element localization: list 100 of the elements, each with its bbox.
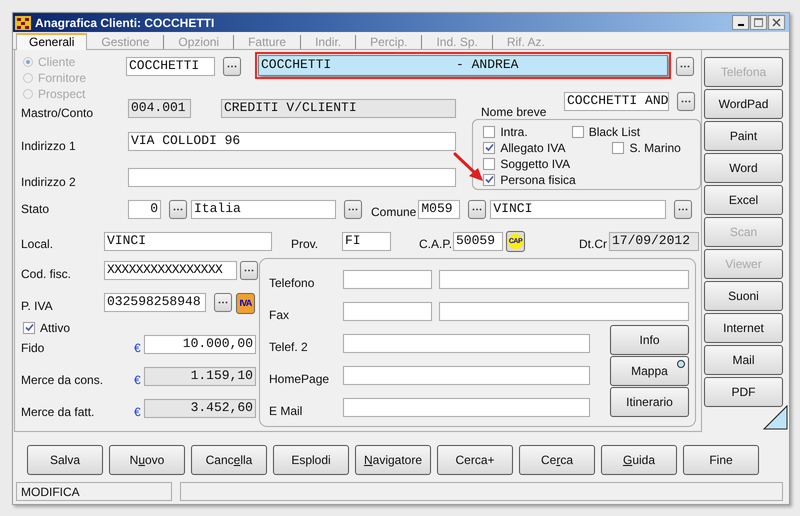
short-name-field[interactable]: COCCHETTI AND: [564, 92, 669, 111]
checkbox[interactable]: [483, 158, 496, 170]
checkbox[interactable]: [612, 142, 624, 154]
checkbox[interactable]: [23, 322, 35, 334]
radio-label: Prospect: [38, 87, 86, 101]
browse-button[interactable]: [214, 292, 232, 312]
command-button[interactable]: Nuovo: [109, 445, 185, 475]
checkbox[interactable]: [483, 126, 496, 138]
command-button[interactable]: Cerca: [519, 445, 595, 475]
field-label: Indirizzo 1: [21, 138, 77, 153]
address-field[interactable]: [128, 168, 456, 188]
action-button[interactable]: Mappa: [610, 356, 689, 386]
contact-field[interactable]: [343, 302, 432, 321]
account-code-field: 004.001: [128, 99, 191, 118]
account-description-field: CREDITI V/CLIENTI: [221, 99, 456, 118]
app-button[interactable]: Mail: [704, 345, 783, 375]
contact-field[interactable]: [343, 398, 590, 417]
amount-field: 3.452,60: [144, 398, 256, 418]
field-label: Stato: [21, 202, 50, 216]
app-button[interactable]: Internet: [704, 313, 783, 343]
field-label: Cod. fisc.: [21, 266, 72, 281]
country-field[interactable]: Italia: [191, 200, 336, 219]
contact-field[interactable]: [343, 366, 590, 385]
country-code-field[interactable]: 0: [128, 200, 161, 219]
command-button[interactable]: Cancella: [191, 445, 267, 475]
contact-field[interactable]: [343, 334, 590, 353]
ellipsis-icon: [218, 300, 228, 304]
checkbox[interactable]: [572, 126, 584, 138]
maximize-button[interactable]: [750, 15, 767, 30]
page-corner-icon: [763, 405, 788, 430]
field-label: Nome breve: [481, 105, 548, 119]
maximize-icon: [754, 18, 763, 27]
field-label: HomePage: [269, 372, 330, 386]
app-button[interactable]: Excel: [704, 185, 783, 215]
command-button[interactable]: Navigatore: [355, 445, 431, 475]
ellipsis-icon: [173, 208, 183, 211]
currency-symbol: €: [134, 372, 142, 387]
ellipsis-icon: [681, 100, 691, 103]
tax-code-field[interactable]: XXXXXXXXXXXXXXXX: [104, 260, 237, 280]
field-label: Merce da fatt.: [21, 404, 96, 419]
municipality-field[interactable]: VINCI: [490, 200, 666, 219]
checkbox-label: Persona fisica: [500, 172, 576, 187]
currency-symbol: €: [134, 340, 142, 355]
minimize-button[interactable]: [732, 15, 749, 30]
amount-field[interactable]: 10.000,00: [144, 334, 256, 354]
browse-button[interactable]: [676, 57, 694, 76]
browse-button[interactable]: [344, 200, 362, 219]
browse-button[interactable]: [677, 92, 695, 111]
field-label: Fido: [21, 340, 46, 355]
field-label: P. IVA: [21, 298, 54, 313]
municipality-code-field[interactable]: M059: [418, 200, 460, 219]
field-label: Dt.Cr: [579, 237, 608, 252]
action-button[interactable]: Info: [610, 324, 689, 355]
close-button[interactable]: [768, 15, 785, 30]
field-label: Mastro/Conto: [21, 106, 94, 120]
browse-button[interactable]: [223, 57, 241, 76]
tab[interactable]: Generali: [16, 33, 88, 50]
action-button[interactable]: Itinerario: [610, 386, 689, 417]
status-mode: MODIFICA: [16, 482, 172, 501]
radio-label: Fornitore: [38, 71, 86, 85]
browse-button[interactable]: [240, 260, 258, 280]
command-button[interactable]: Esplodi: [273, 445, 349, 475]
command-button[interactable]: Cerca+: [437, 445, 513, 475]
command-button[interactable]: Guida: [601, 445, 677, 475]
app-button[interactable]: Suoni: [704, 281, 783, 311]
code-field[interactable]: COCCHETTI: [126, 57, 215, 76]
app-button[interactable]: WordPad: [704, 89, 783, 119]
contact-field[interactable]: [439, 270, 689, 289]
ellipsis-icon: [678, 208, 688, 211]
checkbox[interactable]: [483, 174, 496, 186]
app-button[interactable]: PDF: [704, 377, 783, 407]
field-label: Indirizzo 2: [21, 174, 77, 189]
field-label: C.A.P.: [419, 237, 453, 252]
field-label: Local.: [21, 237, 54, 252]
checkbox-label: Black List: [588, 124, 640, 139]
checkbox-label: Attivo: [40, 320, 70, 335]
browse-button[interactable]: [674, 200, 692, 219]
locality-field[interactable]: VINCI: [104, 232, 272, 251]
postal-code-field[interactable]: 50059: [453, 232, 503, 251]
window-title: Anagrafica Clienti: COCCHETTI: [35, 16, 216, 30]
app-button[interactable]: Word: [704, 153, 783, 183]
name-field[interactable]: COCCHETTI - ANDREA: [258, 55, 668, 76]
command-button[interactable]: Fine: [683, 445, 759, 475]
checkbox[interactable]: [483, 142, 496, 154]
annotation-arrow: [453, 152, 485, 182]
command-button[interactable]: Salva: [27, 445, 103, 475]
checkbox-label: S. Marino: [629, 140, 681, 155]
vat-number-field[interactable]: 032598258948: [104, 292, 206, 312]
app-button[interactable]: Paint: [704, 121, 783, 151]
ellipsis-icon: [680, 65, 690, 68]
ellipsis-icon: [348, 208, 358, 211]
radio-label: Cliente: [38, 55, 76, 69]
province-field[interactable]: FI: [342, 232, 391, 251]
address-field[interactable]: VIA COLLODI 96: [128, 132, 456, 152]
vat-check-button[interactable]: IVA: [236, 292, 255, 314]
browse-button[interactable]: [169, 200, 187, 219]
contact-field[interactable]: [343, 270, 432, 289]
contact-field[interactable]: [439, 302, 689, 321]
field-label: Fax: [269, 308, 290, 322]
browse-button[interactable]: [468, 200, 486, 219]
